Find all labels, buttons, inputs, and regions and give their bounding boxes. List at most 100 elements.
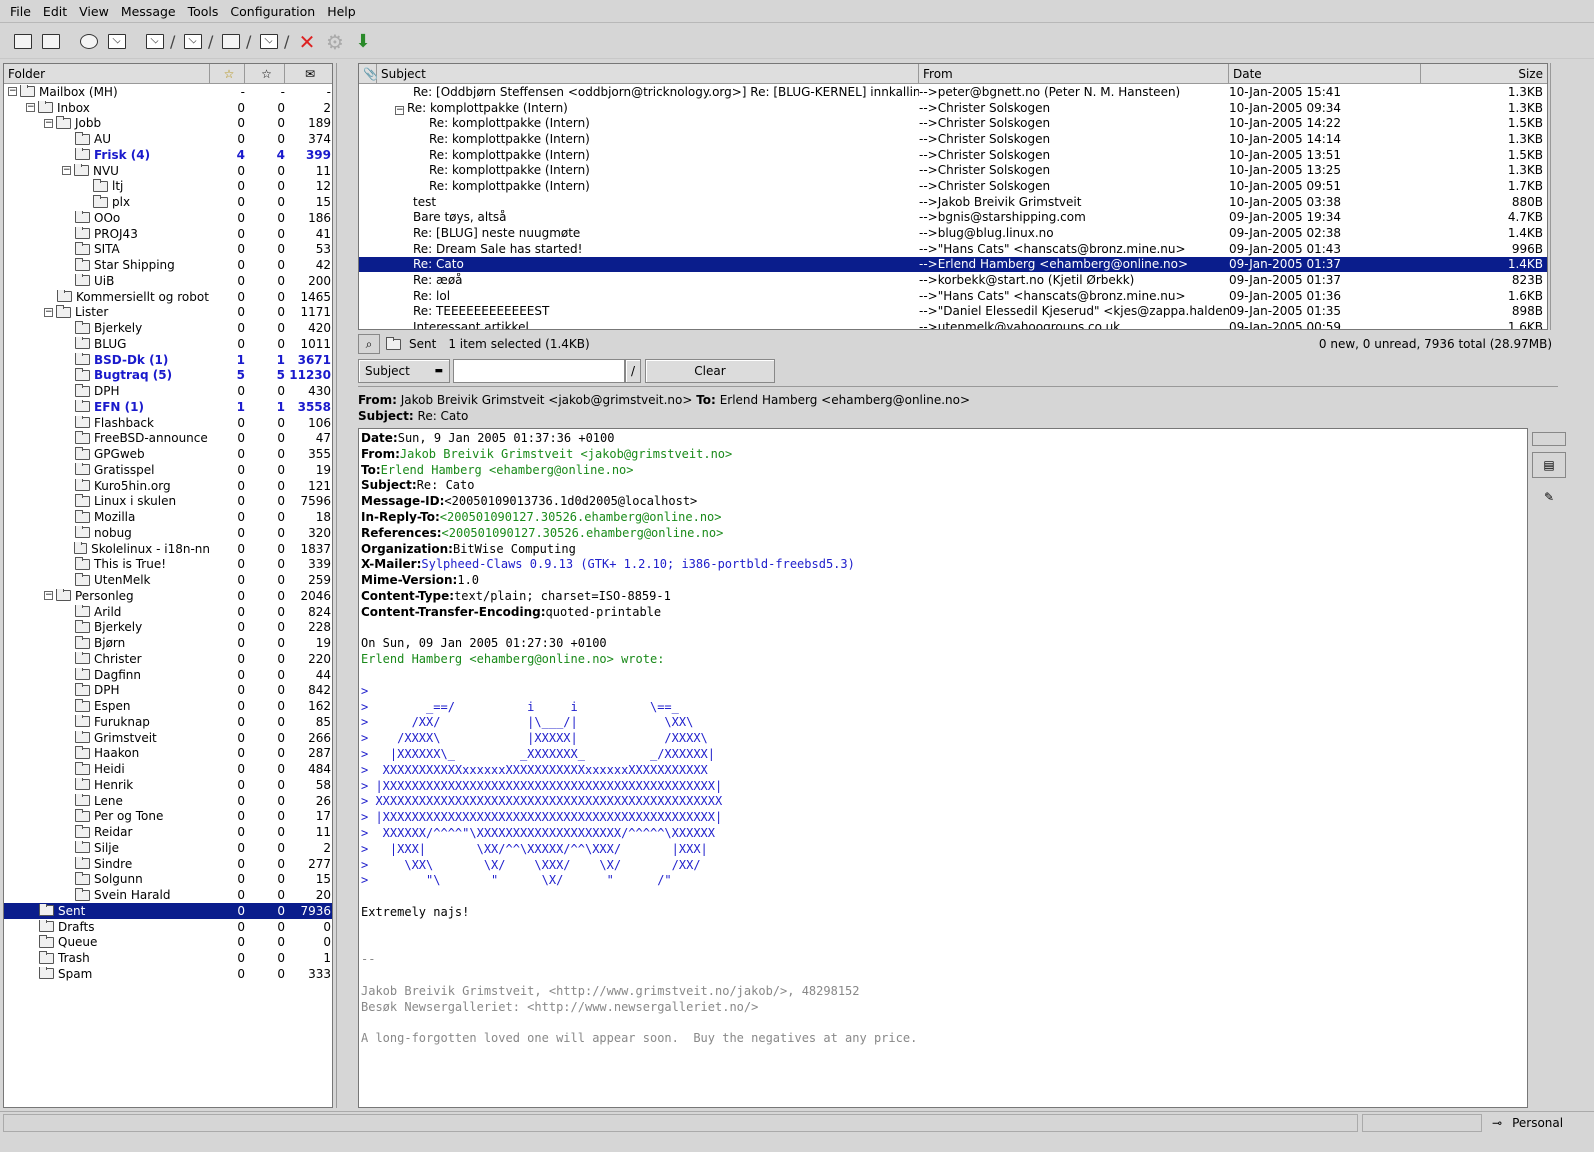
message-row[interactable]: Re: komplottpakke (Intern) -->Christer So… (359, 178, 1547, 194)
edit-icon[interactable]: ✎ (1532, 484, 1566, 510)
folder-row[interactable]: Mozilla 0 0 18 (4, 509, 332, 525)
folder-row[interactable]: Svein Harald 0 0 20 (4, 887, 332, 903)
menu-tools[interactable]: Tools (182, 4, 225, 19)
delete-button[interactable]: ✕ (294, 29, 320, 55)
folder-row[interactable]: Arild 0 0 824 (4, 604, 332, 620)
folder-row[interactable]: Frisk (4) 4 4 399 (4, 147, 332, 163)
folder-row[interactable]: PROJ43 0 0 41 (4, 226, 332, 242)
message-row[interactable]: Re: lol -->"Hans Cats" <hanscats@bronz.mi… (359, 288, 1547, 304)
pane-separator[interactable] (358, 386, 1558, 389)
reply-sender-menu-arrow[interactable]: / (246, 32, 254, 51)
folder-row[interactable]: Kommersiellt og robot 0 0 1465 (4, 289, 332, 305)
folder-row[interactable]: Spam 0 0 333 (4, 966, 332, 982)
folder-row[interactable]: UiB 0 0 200 (4, 273, 332, 289)
search-type-select[interactable]: Subject ▬ (358, 359, 450, 383)
message-row[interactable]: Re: Dream Sale has started! -->"Hans Cats… (359, 241, 1547, 257)
folder-row[interactable]: − Lister 0 0 1171 (4, 305, 332, 321)
forward-button[interactable] (256, 29, 282, 55)
reply-button[interactable] (142, 29, 168, 55)
folder-row[interactable]: Kuro5hin.org 0 0 121 (4, 478, 332, 494)
folder-row[interactable]: Silje 0 0 2 (4, 840, 332, 856)
search-icon[interactable]: ⌕ (358, 334, 380, 354)
folder-row[interactable]: Haakon 0 0 287 (4, 746, 332, 762)
folder-row[interactable]: Star Shipping 0 0 42 (4, 257, 332, 273)
folder-row[interactable]: UtenMelk 0 0 259 (4, 572, 332, 588)
collapse-toggle[interactable]: − (26, 103, 35, 113)
plug-icon[interactable]: ⊸ (1492, 1116, 1502, 1130)
search-input[interactable] (453, 359, 625, 383)
message-row[interactable]: Bare tøys, altså -->bgnis@starshipping.co… (359, 210, 1547, 226)
message-row[interactable]: Re: komplottpakke (Intern) -->Christer So… (359, 131, 1547, 147)
folder-row[interactable]: Linux i skulen 0 0 7596 (4, 494, 332, 510)
new-header-icon[interactable]: ☆ (245, 64, 285, 83)
compose-button[interactable] (104, 29, 130, 55)
folder-row[interactable]: Drafts 0 0 0 (4, 919, 332, 935)
folder-pane-divider[interactable] (336, 63, 354, 1108)
total-header-icon[interactable]: ✉ (285, 64, 331, 83)
menu-message[interactable]: Message (115, 4, 182, 19)
collapse-toggle[interactable]: − (8, 87, 17, 97)
from-header[interactable]: From (919, 64, 1229, 83)
folder-row[interactable]: Christer 0 0 220 (4, 651, 332, 667)
message-row[interactable]: Re: TEEEEEEEEEEEEST -->"Daniel Elessedil … (359, 304, 1547, 320)
folder-row[interactable]: BSD-Dk (1) 1 1 3671 (4, 352, 332, 368)
folder-row[interactable]: Bjørn 0 0 19 (4, 635, 332, 651)
message-list-scrollbar[interactable] (1550, 63, 1568, 330)
folder-row[interactable]: Flashback 0 0 106 (4, 415, 332, 431)
folder-row[interactable]: Skolelinux - i18n-nn 0 0 1837 (4, 541, 332, 557)
next-unread-button[interactable]: ⬇ (350, 29, 376, 55)
attachment-header-icon[interactable]: 📎 (359, 64, 378, 83)
message-row[interactable]: Interessant artikkel -->utenmelk@yahoogro… (359, 319, 1547, 329)
folder-row[interactable]: Dagfinn 0 0 44 (4, 667, 332, 683)
folder-row[interactable]: Lene 0 0 26 (4, 793, 332, 809)
folder-row[interactable]: Heidi 0 0 484 (4, 761, 332, 777)
reply-all-button[interactable] (180, 29, 206, 55)
folder-row[interactable]: OOo 0 0 186 (4, 210, 332, 226)
menu-view[interactable]: View (73, 4, 115, 19)
message-row[interactable]: Re: komplottpakke (Intern) -->Christer So… (359, 115, 1547, 131)
folder-row[interactable]: − Mailbox (MH) - - - (4, 84, 332, 100)
folder-row[interactable]: DPH 0 0 430 (4, 383, 332, 399)
reply-sender-button[interactable] (218, 29, 244, 55)
folder-row[interactable]: EFN (1) 1 1 3558 (4, 399, 332, 415)
subject-header[interactable]: Subject (377, 64, 919, 83)
collapse-toggle[interactable]: − (44, 591, 53, 601)
folder-row[interactable]: Per og Tone 0 0 17 (4, 809, 332, 825)
folder-row[interactable]: Queue 0 0 0 (4, 935, 332, 951)
folder-row[interactable]: plx 0 0 15 (4, 194, 332, 210)
folder-row[interactable]: Solgunn 0 0 15 (4, 872, 332, 888)
menu-configuration[interactable]: Configuration (224, 4, 321, 19)
folder-row[interactable]: Furuknap 0 0 85 (4, 714, 332, 730)
unread-header-icon[interactable]: ☆ (210, 64, 245, 83)
message-row[interactable]: Re: [BLUG] neste nuugmøte -->blug@blug.li… (359, 225, 1547, 241)
reply-menu-arrow[interactable]: / (170, 32, 178, 51)
folder-row[interactable]: − Jobb 0 0 189 (4, 116, 332, 132)
forward-menu-arrow[interactable]: / (284, 32, 292, 51)
folder-row[interactable]: Henrik 0 0 58 (4, 777, 332, 793)
thread-toggle[interactable]: − (395, 105, 404, 115)
date-header[interactable]: Date (1229, 64, 1421, 83)
message-row[interactable]: Re: komplottpakke (Intern) -->Christer So… (359, 147, 1547, 163)
size-header[interactable]: Size (1421, 64, 1547, 83)
folder-row[interactable]: − Inbox 0 0 2 (4, 100, 332, 116)
folder-row[interactable]: Espen 0 0 162 (4, 698, 332, 714)
folder-header[interactable]: Folder (4, 64, 210, 83)
collapse-toggle[interactable]: − (44, 118, 53, 128)
folder-row[interactable]: ltj 0 0 12 (4, 179, 332, 195)
folder-row[interactable]: Bjerkely 0 0 228 (4, 620, 332, 636)
folder-row[interactable]: Grimstveit 0 0 266 (4, 730, 332, 746)
folder-row[interactable]: Bjerkely 0 0 420 (4, 320, 332, 336)
message-row[interactable]: Re: æøå -->korbekk@start.no (Kjetil Ørbek… (359, 272, 1547, 288)
folder-row[interactable]: This is True! 0 0 339 (4, 557, 332, 573)
message-row[interactable]: − Re: komplottpakke (Intern) -->Christer S… (359, 100, 1547, 116)
folder-row[interactable]: SITA 0 0 53 (4, 242, 332, 258)
get-all-button[interactable] (38, 29, 64, 55)
folder-row[interactable]: Trash 0 0 1 (4, 950, 332, 966)
send-queued-button[interactable] (76, 29, 102, 55)
folder-row[interactable]: Reidar 0 0 11 (4, 824, 332, 840)
collapse-toggle[interactable]: − (44, 307, 53, 317)
clear-button[interactable]: Clear (645, 359, 775, 383)
folder-row[interactable]: Bugtraq (5) 5 5 11230 (4, 368, 332, 384)
menu-help[interactable]: Help (321, 4, 362, 19)
folder-row[interactable]: nobug 0 0 320 (4, 525, 332, 541)
